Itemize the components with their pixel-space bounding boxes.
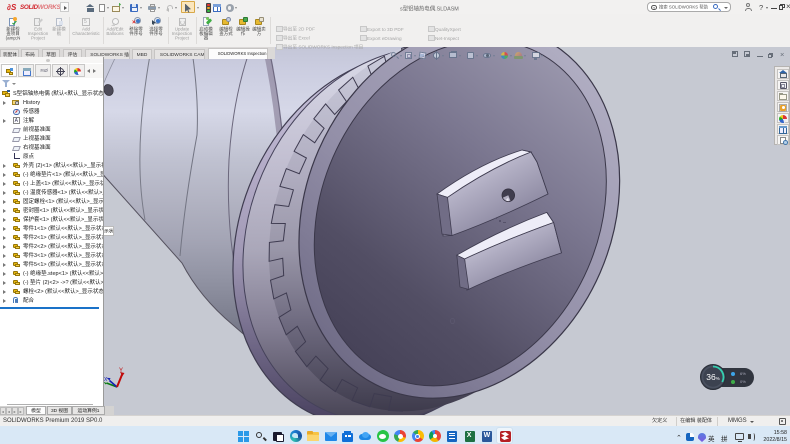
svg-text:Y: Y	[119, 368, 123, 374]
